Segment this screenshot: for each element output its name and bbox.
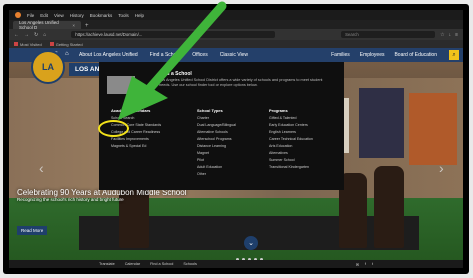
- nav-about[interactable]: About Los Angeles Unified: [79, 52, 138, 58]
- photo-poster: [359, 88, 404, 158]
- screenshot-frame: File Edit View History Bookmarks Tools H…: [3, 4, 469, 274]
- dropdown-link[interactable]: Magnets & Special Ed: [111, 143, 161, 150]
- dropdown-description: Los Angeles Unified School District offe…: [159, 78, 323, 87]
- menu-hamburger-icon[interactable]: ≡: [455, 32, 458, 38]
- downloads-icon[interactable]: ↓: [449, 32, 452, 38]
- site-search-icon[interactable]: ⌕: [449, 50, 459, 60]
- column-heading: Programs: [269, 108, 288, 113]
- bookmark-icon: [49, 42, 54, 46]
- browser-menubar: File Edit View History Bookmarks Tools H…: [9, 10, 463, 20]
- browser-window: File Edit View History Bookmarks Tools H…: [9, 10, 463, 268]
- read-more-button[interactable]: Read More: [17, 226, 48, 235]
- dropdown-link[interactable]: Arts Education: [269, 143, 313, 150]
- footer-calendar[interactable]: Calendar: [125, 262, 140, 266]
- dropdown-title: Find a School: [159, 71, 192, 77]
- dropdown-link[interactable]: Early Education Centers: [269, 122, 313, 129]
- email-icon[interactable]: ✉: [356, 262, 359, 267]
- photo-poster: [409, 93, 457, 165]
- dropdown-link[interactable]: Distance Learning: [197, 143, 236, 150]
- menu-view[interactable]: View: [54, 13, 64, 18]
- column-heading: Academic Calendars: [111, 108, 151, 113]
- twitter-icon[interactable]: t: [372, 262, 373, 267]
- dropdown-column: School Types Charter Dual Language/Bilin…: [197, 107, 236, 178]
- browser-tab[interactable]: Los Angeles Unified School D ×: [13, 20, 81, 30]
- site-nav-bar: About Los Angeles Unified Find a School …: [9, 48, 463, 62]
- highlight-circle: [98, 120, 129, 137]
- bookmark-star-icon[interactable]: ☆: [440, 32, 444, 38]
- dropdown-link[interactable]: Summer School: [269, 157, 313, 164]
- carousel-caption: Celebrating 90 Years at Audubon Middle S…: [17, 188, 186, 203]
- bookmark-getting-started[interactable]: Getting Started: [49, 42, 83, 47]
- carousel-next-icon[interactable]: ›: [439, 160, 444, 176]
- reload-icon[interactable]: ↻: [34, 32, 38, 38]
- bookmark-icon: [14, 42, 18, 46]
- caption-subtitle: Recognizing the school's rich history an…: [17, 197, 124, 202]
- nav-employees[interactable]: Employees: [360, 52, 385, 58]
- dropdown-link[interactable]: Afterschool Programs: [197, 136, 236, 143]
- dropdown-link[interactable]: Magnet: [197, 150, 236, 157]
- dropdown-link[interactable]: English Learners: [269, 129, 313, 136]
- dropdown-thumbnail: [107, 76, 135, 94]
- photo-person: [374, 166, 404, 248]
- carousel-prev-icon[interactable]: ‹: [39, 160, 44, 176]
- dropdown-link[interactable]: Pilot: [197, 157, 236, 164]
- nav-find-school[interactable]: Find a School: [150, 52, 181, 58]
- dropdown-link[interactable]: Alternatives: [269, 150, 313, 157]
- site-footer-bar: Translate Calendar Find a School Schools…: [9, 260, 463, 268]
- dropdown-link[interactable]: Facilities Improvements: [111, 136, 161, 143]
- dropdown-link[interactable]: Dual Language/Bilingual: [197, 122, 236, 129]
- dropdown-column: Programs Gifted & Talented Early Educati…: [269, 107, 313, 171]
- menu-file[interactable]: File: [27, 13, 34, 18]
- home-icon[interactable]: ⌂: [65, 51, 69, 57]
- address-bar[interactable]: https://achieve.lausd.net/Domain/...: [71, 31, 276, 38]
- bookmark-most-visited[interactable]: Most Visited: [14, 42, 42, 47]
- menu-edit[interactable]: Edit: [40, 13, 48, 18]
- column-heading: School Types: [197, 108, 223, 113]
- menu-help[interactable]: Help: [135, 13, 144, 18]
- menu-bookmarks[interactable]: Bookmarks: [90, 13, 113, 18]
- search-input[interactable]: Search: [341, 31, 436, 38]
- footer-translate[interactable]: Translate: [99, 262, 115, 266]
- dropdown-link[interactable]: Charter: [197, 115, 236, 122]
- forward-icon[interactable]: →: [24, 32, 29, 38]
- close-tab-icon[interactable]: ×: [72, 23, 75, 28]
- dropdown-link[interactable]: Alternative Schools: [197, 129, 236, 136]
- navigation-toolbar: ← → ↻ ⌂ https://achieve.lausd.net/Domain…: [9, 29, 463, 40]
- menu-history[interactable]: History: [70, 13, 84, 18]
- back-icon[interactable]: ←: [14, 32, 19, 38]
- nav-families[interactable]: Families: [331, 52, 350, 58]
- nav-classic-view[interactable]: Classic View: [220, 52, 248, 58]
- footer-find-school[interactable]: Find a School: [150, 262, 173, 266]
- nav-offices[interactable]: Offices: [192, 52, 207, 58]
- find-school-dropdown: Find a School Los Angeles Unified School…: [99, 62, 344, 190]
- bookmarks-bar: Most Visited Getting Started: [9, 40, 463, 48]
- district-logo[interactable]: LA: [31, 50, 65, 84]
- scroll-down-icon[interactable]: ⌄: [244, 236, 258, 250]
- dropdown-link[interactable]: Career Technical Education: [269, 136, 313, 143]
- menu-tools[interactable]: Tools: [118, 13, 129, 18]
- facebook-icon[interactable]: f: [365, 262, 366, 267]
- tab-strip: Los Angeles Unified School D × +: [9, 20, 463, 30]
- dropdown-link[interactable]: Other: [197, 171, 236, 178]
- dropdown-link[interactable]: Adult Education: [197, 164, 236, 171]
- website-viewport: About Los Angeles Unified Find a School …: [9, 48, 463, 268]
- footer-schools[interactable]: Schools: [183, 262, 197, 266]
- nav-board[interactable]: Board of Education: [394, 52, 437, 58]
- dropdown-link[interactable]: Transitional Kindergarten: [269, 164, 313, 171]
- home-icon[interactable]: ⌂: [43, 32, 46, 38]
- dropdown-link[interactable]: Gifted & Talented: [269, 115, 313, 122]
- firefox-icon: [15, 12, 21, 18]
